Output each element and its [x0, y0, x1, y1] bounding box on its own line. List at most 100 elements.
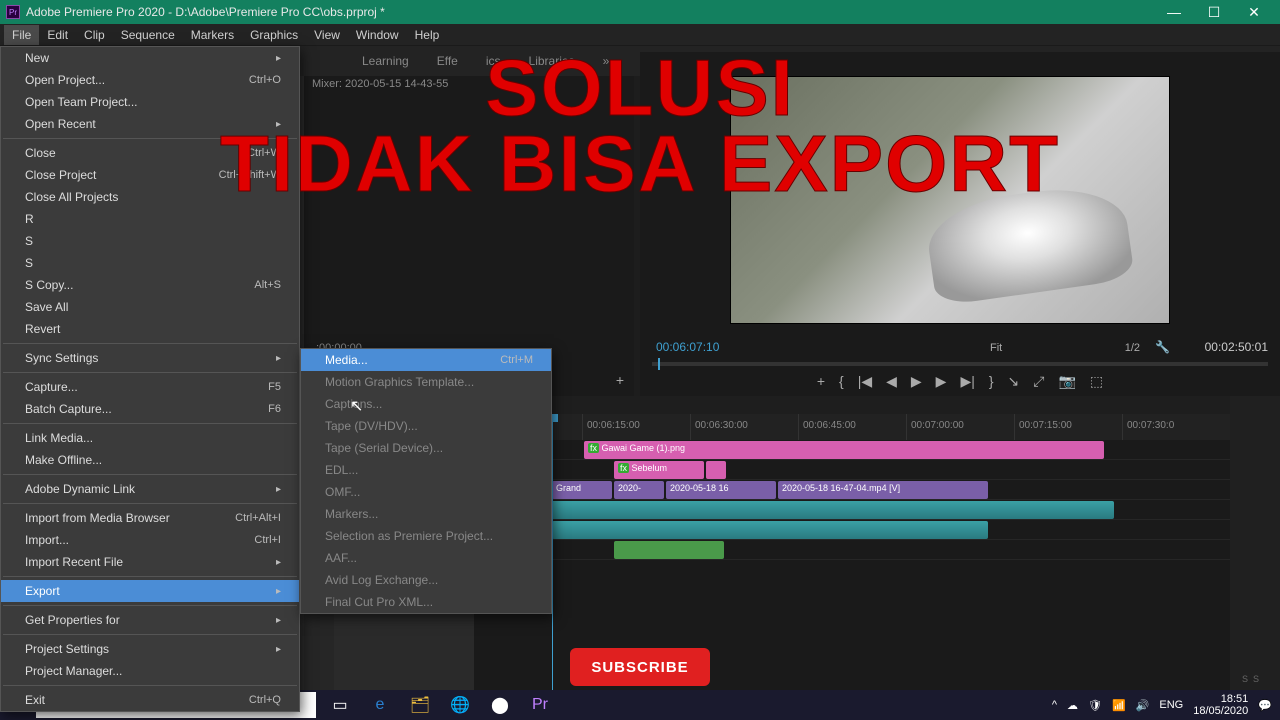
program-timecode[interactable]: 00:06:07:10 — [656, 340, 719, 354]
app-logo-icon: Pr — [6, 5, 20, 19]
task-view-icon[interactable]: ▭ — [320, 690, 360, 720]
tray-lang[interactable]: ENG — [1159, 699, 1183, 711]
menu-item-open-recent[interactable]: Open Recent ▸ — [1, 113, 299, 135]
audio-clip[interactable] — [614, 541, 724, 559]
menu-sequence[interactable]: Sequence — [113, 25, 183, 45]
premiere-icon[interactable]: Pr — [520, 690, 560, 720]
menu-item-s-copy-[interactable]: S Copy...Alt+S — [1, 274, 299, 296]
playhead[interactable] — [552, 414, 553, 690]
menu-item-close-project[interactable]: Close ProjectCtrl+Shift+W — [1, 164, 299, 186]
explorer-icon[interactable]: 🗂 — [400, 690, 440, 720]
tray-defender-icon[interactable]: 🛡 — [1088, 699, 1102, 712]
tray-onedrive-icon[interactable]: ☁ — [1067, 699, 1078, 712]
clip[interactable]: fx Gawai Game (1).png — [584, 441, 1104, 459]
menu-item-project-manager-[interactable]: Project Manager... — [1, 660, 299, 682]
menu-item-s[interactable]: S — [1, 230, 299, 252]
menu-clip[interactable]: Clip — [76, 25, 113, 45]
play-icon[interactable]: ▶ — [911, 373, 922, 390]
comparison-icon[interactable]: ⬚ — [1090, 373, 1103, 390]
edge-icon[interactable]: e — [360, 690, 400, 720]
zoom-fit[interactable]: Fit — [990, 342, 1002, 354]
submenu-item-tape-dv-hdv-: Tape (DV/HDV)... — [301, 415, 551, 437]
tray-notifications-icon[interactable]: 💬 — [1258, 699, 1272, 712]
chrome-icon[interactable]: 🌐 — [440, 690, 480, 720]
obs-icon[interactable]: ⬤ — [480, 690, 520, 720]
tray-wifi-icon[interactable]: 📶 — [1112, 699, 1126, 712]
menu-file[interactable]: File — [4, 25, 39, 45]
menu-item-capture-[interactable]: Capture...F5 — [1, 376, 299, 398]
menu-item-save-all[interactable]: Save All — [1, 296, 299, 318]
add-marker-icon[interactable]: + — [817, 373, 825, 390]
clip[interactable]: 2020- — [614, 481, 664, 499]
menu-item-r[interactable]: R — [1, 208, 299, 230]
step-back-icon[interactable]: ◀ — [886, 373, 897, 390]
settings-icon[interactable]: 🔧 — [1155, 340, 1170, 354]
clip[interactable]: fx Sebelum — [614, 461, 704, 479]
menu-item-close[interactable]: CloseCtrl+W — [1, 142, 299, 164]
submenu-item-captions-: Captions... — [301, 393, 551, 415]
submenu-item-motion-graphics-template-: Motion Graphics Template... — [301, 371, 551, 393]
menu-item-import-from-media-browser[interactable]: Import from Media BrowserCtrl+Alt+I — [1, 507, 299, 529]
subscribe-button[interactable]: SUBSCRIBE — [570, 648, 710, 686]
lift-icon[interactable]: ↘ — [1008, 373, 1020, 390]
menu-item-import-[interactable]: Import...Ctrl+I — [1, 529, 299, 551]
mark-out-icon[interactable]: } — [989, 373, 994, 390]
timeline-ruler[interactable]: 0:06:0000:06:15:0000:06:30:0000:06:45:00… — [474, 414, 1230, 440]
clip[interactable] — [706, 461, 726, 479]
menu-window[interactable]: Window — [348, 25, 407, 45]
step-fwd-icon[interactable]: ▶ — [936, 373, 947, 390]
menu-view[interactable]: View — [306, 25, 348, 45]
tray-volume-icon[interactable]: 🔊 — [1136, 699, 1150, 712]
menu-graphics[interactable]: Graphics — [242, 25, 306, 45]
go-out-icon[interactable]: ▶| — [960, 373, 974, 390]
clip[interactable]: 2020-05-18 16 — [666, 481, 776, 499]
taskbar-clock[interactable]: 18:51 18/05/2020 — [1193, 693, 1248, 717]
menu-item-exit[interactable]: ExitCtrl+Q — [1, 689, 299, 711]
submenu-item-selection-as-premiere-project-: Selection as Premiere Project... — [301, 525, 551, 547]
tray-chevron-icon[interactable]: ^ — [1052, 699, 1057, 711]
menu-item-adobe-dynamic-link[interactable]: Adobe Dynamic Link ▸ — [1, 478, 299, 500]
menu-item-close-all-projects[interactable]: Close All Projects — [1, 186, 299, 208]
menu-item-batch-capture-[interactable]: Batch Capture...F6 — [1, 398, 299, 420]
ws-tab[interactable]: Effe — [435, 50, 460, 72]
clip[interactable]: Grand — [552, 481, 612, 499]
menu-item-project-settings[interactable]: Project Settings ▸ — [1, 638, 299, 660]
resolution-half[interactable]: 1/2 — [1125, 342, 1140, 354]
menu-item-revert[interactable]: Revert — [1, 318, 299, 340]
menu-item-open-project-[interactable]: Open Project...Ctrl+O — [1, 69, 299, 91]
ws-tab-more[interactable]: » — [601, 50, 612, 72]
menu-item-open-team-project-[interactable]: Open Team Project... — [1, 91, 299, 113]
audio-clip[interactable] — [474, 501, 1114, 519]
ws-tab[interactable]: ics — [484, 50, 503, 72]
mark-in-icon[interactable]: { — [839, 373, 844, 390]
menu-item-get-properties-for[interactable]: Get Properties for ▸ — [1, 609, 299, 631]
minimize-button[interactable]: — — [1154, 0, 1194, 24]
menu-item-s[interactable]: S — [1, 252, 299, 274]
menu-item-make-offline-[interactable]: Make Offline... — [1, 449, 299, 471]
source-add-button[interactable]: + — [616, 372, 624, 388]
program-scrubber[interactable] — [652, 362, 1268, 366]
menu-item-sync-settings[interactable]: Sync Settings ▸ — [1, 347, 299, 369]
ws-tab-learning[interactable]: Learning — [360, 50, 411, 72]
menu-edit[interactable]: Edit — [39, 25, 76, 45]
go-in-icon[interactable]: |◀ — [858, 373, 872, 390]
file-menu-dropdown: New ▸Open Project...Ctrl+OOpen Team Proj… — [0, 46, 300, 712]
car-image — [923, 180, 1135, 307]
maximize-button[interactable]: ☐ — [1194, 0, 1234, 24]
extract-icon[interactable]: ⤢ — [1033, 373, 1044, 390]
titlebar: Pr Adobe Premiere Pro 2020 - D:\Adobe\Pr… — [0, 0, 1280, 24]
audio-clip[interactable] — [552, 521, 988, 539]
menu-item-link-media-[interactable]: Link Media... — [1, 427, 299, 449]
menu-item-export[interactable]: Export ▸ — [1, 580, 299, 602]
close-button[interactable]: ✕ — [1234, 0, 1274, 24]
transport-controls: + { |◀ ◀ ▶ ▶ ▶| } ↘ ⤢ 📷 ⬚ — [640, 373, 1280, 390]
export-frame-icon[interactable]: 📷 — [1058, 373, 1075, 390]
menu-help[interactable]: Help — [407, 25, 448, 45]
menu-item-import-recent-file[interactable]: Import Recent File ▸ — [1, 551, 299, 573]
ws-tab-libraries[interactable]: Libraries — [527, 50, 577, 72]
clip[interactable]: 2020-05-18 16-47-04.mp4 [V] — [778, 481, 988, 499]
submenu-item-avid-log-exchange-: Avid Log Exchange... — [301, 569, 551, 591]
submenu-item-media-[interactable]: Media...Ctrl+M — [301, 349, 551, 371]
menu-item-new[interactable]: New ▸ — [1, 47, 299, 69]
menu-markers[interactable]: Markers — [183, 25, 242, 45]
